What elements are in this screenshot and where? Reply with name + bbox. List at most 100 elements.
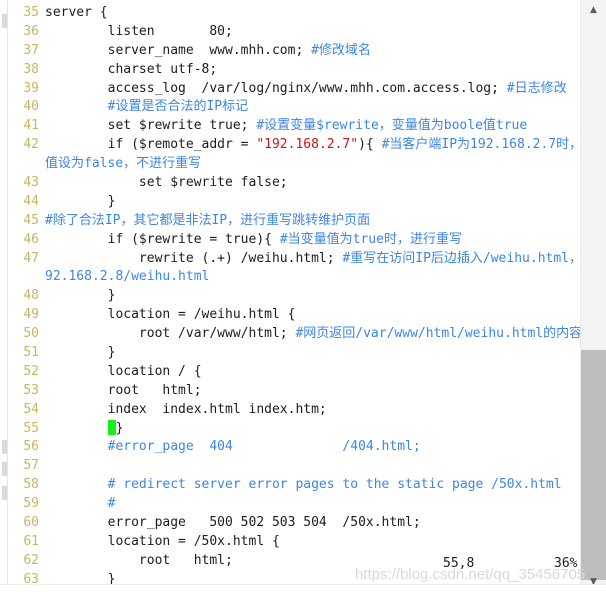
code-line-text: access_log /var/log/nginx/www.mhh.com.ac… [45,80,580,99]
text-cursor [107,419,116,435]
scroll-up-arrow-icon[interactable]: ▲ [581,0,606,20]
code-comment: # [45,496,116,512]
code-line-text: } [45,287,580,306]
code-editor[interactable]: 35 server {36 listen 80; 37 server_name ww… [9,0,580,592]
code-token: index index.html index.htm; [45,401,327,417]
scrollbar-track[interactable] [581,20,606,580]
code-line[interactable]: 51 } [9,344,580,363]
code-line[interactable]: 42 if ($remote_addr = "192.168.2.7"){ #当… [9,136,580,155]
code-line-text: location / { [45,363,580,382]
code-line[interactable]: 41 set $rewrite true; #设置变量$rewrite，变量值为… [9,117,580,136]
code-line[interactable]: 56 #error_page 404 /404.html; [9,438,580,457]
scroll-percent-indicator: 36% [554,556,578,571]
code-lines-container[interactable]: 35 server {36 listen 80; 37 server_name ww… [9,4,580,592]
code-line[interactable]: 47 rewrite (.+) /weihu.html; #重写在访问IP后边插… [9,250,580,269]
code-token: ){ [358,137,382,153]
line-number: 50 [23,326,39,342]
line-number: 40 [23,99,39,115]
code-line[interactable]: 36 listen 80; [9,23,580,42]
code-line-text: location = /50x.html { [45,533,580,552]
line-number: 36 [23,23,39,39]
code-line[interactable]: 39 access_log /var/log/nginx/www.mhh.com… [9,80,580,99]
code-line-text: } [45,344,580,363]
code-string: "192.168.2.7" [256,137,359,153]
code-line[interactable]: 53 root html; [9,382,580,401]
code-token: set $rewrite false; [45,175,288,191]
code-line[interactable]: 61 location = /50x.html { [9,533,580,552]
code-line[interactable]: 57 [9,457,580,476]
line-number: 38 [23,61,39,77]
editor-window: 35 server {36 listen 80; 37 server_name ww… [0,0,606,592]
line-number: 39 [23,80,39,96]
code-token: } [45,345,116,361]
code-line[interactable]: 37 server_name www.mhh.com; #修改域名 [9,42,580,61]
code-token: root /var/www/html; [45,326,296,342]
line-number: 43 [23,175,39,191]
line-number: 57 [23,458,39,474]
code-line-text: root html; [45,382,580,401]
code-line-text: # [45,495,580,514]
line-number: 51 [23,345,39,361]
code-comment: #设置是否合法的IP标记 [45,99,249,115]
code-token: error_page 500 502 503 504 /50x.html; [45,515,421,531]
code-line-text: #error_page 404 /404.html; [45,438,580,457]
code-line[interactable]: 46 if ($rewrite = true){ #当变量值为true时，进行重… [9,231,580,250]
code-token: listen 80; [45,23,233,39]
code-comment: #设置变量$rewrite，变量值为boole值true [256,118,528,134]
scrollbar-thumb[interactable] [581,350,606,580]
code-token: location = /50x.html { [45,533,280,549]
code-token: rewrite (.+) /weihu.html; [45,250,343,266]
code-line-text: } [45,193,580,212]
code-line-text: charset utf-8; [45,61,580,80]
code-line[interactable]: 52 location / { [9,363,580,382]
line-number: 37 [23,42,39,58]
code-line-text: if ($rewrite = true){ #当变量值为true时，进行重写 [45,231,580,250]
code-line[interactable]: 48 } [9,287,580,306]
code-comment: #网页返回/var/www/html/weihu.html的内容 [295,326,580,342]
gutter-tick [2,14,7,28]
code-comment: #error_page 404 /404.html; [45,439,421,455]
code-line-text: set $rewrite true; #设置变量$rewrite，变量值为boo… [45,117,580,136]
code-line[interactable]: 50 root /var/www/html; #网页返回/var/www/htm… [9,325,580,344]
status-bar: 55,8 36% [9,556,580,574]
code-line[interactable]: 58 # redirect server error pages to the … [9,476,580,495]
code-token: set $rewrite true; [45,118,257,134]
code-line[interactable]: 45 #除了合法IP，其它都是非法IP，进行重写跳转维护页面 [9,212,580,231]
line-number: 60 [23,515,39,531]
code-line-text: listen 80; [45,23,580,42]
line-number: 61 [23,533,39,549]
line-number: 54 [23,401,39,417]
code-line-continuation[interactable]: 92.168.2.8/weihu.html [9,268,580,287]
line-number: 35 [23,5,39,20]
code-line-text: location = /weihu.html { [45,306,580,325]
line-number: 59 [23,496,39,512]
line-number: 44 [23,193,39,209]
code-token: access_log /var/log/nginx/www.mhh.com.ac… [45,80,507,96]
code-line[interactable]: 55 } [9,419,580,439]
line-number: 56 [23,439,39,455]
gutter-tick [2,440,7,454]
code-line[interactable]: 38 charset utf-8; [9,61,580,80]
code-line[interactable]: 44 } [9,193,580,212]
code-line-text: server { [45,4,580,23]
code-token: } [115,420,124,436]
code-line[interactable]: 59 # [9,495,580,514]
code-token: server_name www.mhh.com; [45,42,312,58]
code-comment: #修改域名 [311,42,371,58]
code-line-text: set $rewrite false; [45,174,580,193]
code-line[interactable]: 49 location = /weihu.html { [9,306,580,325]
code-line-continuation[interactable]: 值设为false，不进行重写 [9,155,580,174]
code-comment: #日志修改 [506,80,567,96]
line-number: 42 [23,137,39,153]
code-token: if ($remote_addr = [45,137,257,153]
code-line-text: #设置是否合法的IP标记 [45,98,580,117]
code-token: if ($rewrite = true){ [45,231,280,247]
code-line[interactable]: 54 index index.html index.htm; [9,401,580,420]
code-token: root html; [45,382,202,398]
code-line[interactable]: 60 error_page 500 502 503 504 /50x.html; [9,514,580,533]
code-line[interactable]: 40 #设置是否合法的IP标记 [9,98,580,117]
vertical-scrollbar[interactable]: ▲ ▼ [580,0,606,592]
code-line[interactable]: 43 set $rewrite false; [9,174,580,193]
code-line[interactable]: 35 server { [9,4,580,23]
line-number: 46 [23,231,39,247]
